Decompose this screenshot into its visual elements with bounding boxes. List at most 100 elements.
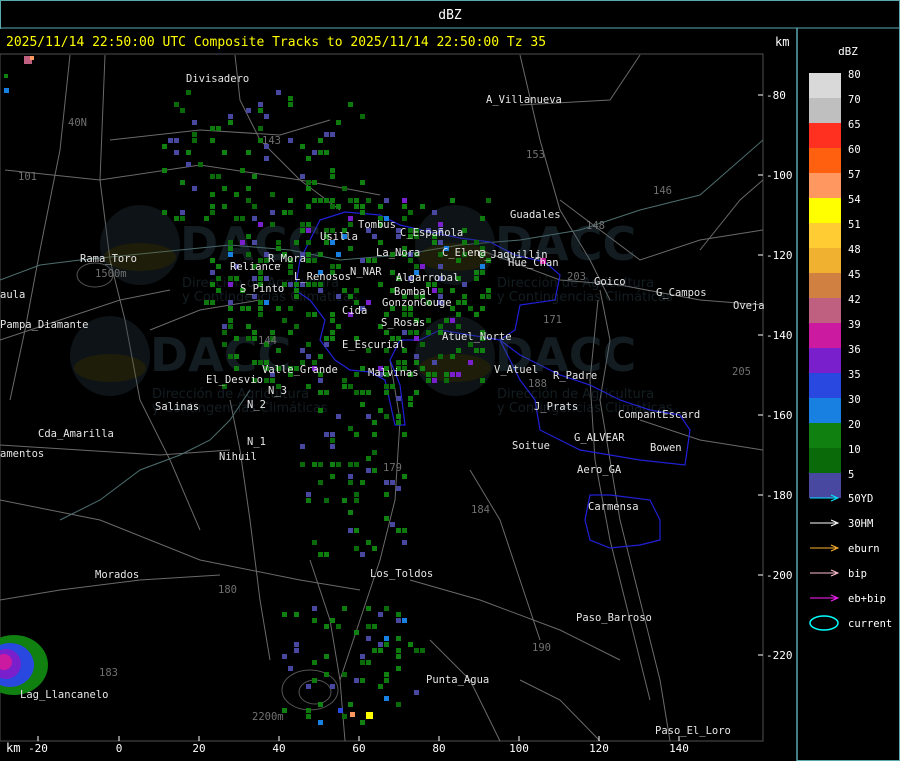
place-label: L_Renosos bbox=[294, 271, 351, 283]
place-label: Tombus bbox=[358, 219, 396, 231]
echo-cell bbox=[348, 426, 353, 431]
echo-cell bbox=[282, 210, 287, 215]
echo-cell bbox=[306, 312, 311, 317]
track-label: eburn bbox=[848, 543, 880, 555]
unit-label-bottom: km bbox=[6, 741, 20, 755]
echo-cell bbox=[462, 282, 467, 287]
legend-swatch bbox=[809, 473, 841, 498]
echo-cell bbox=[438, 240, 443, 245]
legend-label: 54 bbox=[848, 194, 861, 206]
place-label: aula bbox=[0, 289, 25, 301]
echo-cell bbox=[246, 108, 251, 113]
echo-cell bbox=[222, 150, 227, 155]
echo-cell bbox=[402, 216, 407, 221]
echo-cell bbox=[366, 468, 371, 473]
echo-cell bbox=[354, 288, 359, 293]
echo-cell bbox=[264, 114, 269, 119]
echo-cell bbox=[258, 126, 263, 131]
place-label: La_Nora bbox=[376, 247, 420, 259]
echo-cell bbox=[444, 372, 449, 377]
echo-cell bbox=[462, 294, 467, 299]
current-track-icon bbox=[809, 615, 839, 631]
echo-cell bbox=[414, 330, 419, 335]
echo-cell bbox=[396, 654, 401, 659]
echo-cell bbox=[396, 702, 401, 707]
echo-cell bbox=[162, 168, 167, 173]
echo-cell bbox=[210, 282, 215, 287]
legend-title: dBZ bbox=[838, 45, 858, 58]
place-label: R_Padre bbox=[553, 370, 597, 382]
echo-cell bbox=[318, 702, 323, 707]
route-label: 203 bbox=[567, 271, 586, 283]
route-label: 190 bbox=[532, 642, 551, 654]
echo-cell bbox=[330, 174, 335, 179]
echo-cell bbox=[342, 378, 347, 383]
legend-label: 45 bbox=[848, 269, 861, 281]
echo-cell bbox=[438, 354, 443, 359]
echo-cell bbox=[378, 642, 383, 647]
echo-cell bbox=[246, 252, 251, 257]
echo-cell bbox=[354, 204, 359, 209]
legend-swatch bbox=[809, 73, 841, 98]
place-label: Algarrobal bbox=[396, 272, 459, 284]
echo-cell bbox=[474, 270, 479, 275]
legend-label: 10 bbox=[848, 444, 861, 456]
echo-cell bbox=[288, 282, 293, 287]
echo-cell bbox=[216, 126, 221, 131]
echo-cell bbox=[384, 492, 389, 497]
echo-cell bbox=[414, 336, 419, 341]
echo-cell bbox=[318, 390, 323, 395]
route-label: 1500m bbox=[95, 268, 127, 280]
route-label: 143 bbox=[262, 135, 281, 147]
echo-cell bbox=[282, 654, 287, 659]
echo-cell bbox=[324, 624, 329, 629]
echo-cell bbox=[366, 712, 373, 719]
legend-label: 80 bbox=[848, 69, 861, 81]
echo-cell bbox=[330, 432, 335, 437]
echo-cell bbox=[288, 210, 293, 215]
echo-cell bbox=[444, 378, 449, 383]
legend-label: 39 bbox=[848, 319, 861, 331]
echo-cell bbox=[342, 714, 347, 719]
echo-cell bbox=[270, 210, 275, 215]
echo-cell bbox=[342, 288, 347, 293]
echo-cell bbox=[336, 120, 341, 125]
legend-swatch bbox=[809, 123, 841, 148]
echo-cell bbox=[294, 288, 299, 293]
echo-cell bbox=[246, 234, 251, 239]
echo-cell bbox=[354, 528, 359, 533]
echo-cell bbox=[360, 180, 365, 185]
watermark-line2: y Contingencias Climáticas bbox=[497, 290, 673, 305]
echo-cell bbox=[264, 378, 269, 383]
x-tick-label: 60 bbox=[352, 742, 365, 755]
place-label: Malvinas bbox=[368, 367, 419, 379]
x-tick-label: -20 bbox=[28, 742, 48, 755]
x-tick-label: 100 bbox=[509, 742, 529, 755]
echo-cell bbox=[390, 480, 395, 485]
legend-label: 20 bbox=[848, 419, 861, 431]
echo-cell bbox=[402, 432, 407, 437]
echo-cell bbox=[204, 300, 209, 305]
echo-cell bbox=[252, 330, 257, 335]
echo-cell bbox=[348, 102, 353, 107]
legend-swatch bbox=[809, 298, 841, 323]
echo-cell bbox=[396, 360, 401, 365]
echo-cell bbox=[306, 186, 311, 191]
echo-cell bbox=[324, 654, 329, 659]
echo-cell bbox=[240, 240, 245, 245]
echo-cell bbox=[450, 198, 455, 203]
echo-cell bbox=[294, 240, 299, 245]
echo-cell bbox=[348, 222, 353, 227]
echo-cell bbox=[414, 354, 419, 359]
legend-label: 42 bbox=[848, 294, 861, 306]
echo-cell bbox=[288, 96, 293, 101]
echo-cell bbox=[288, 306, 293, 311]
echo-cell bbox=[270, 378, 275, 383]
echo-cell bbox=[444, 318, 449, 323]
echo-cell bbox=[438, 324, 443, 329]
echo-cell bbox=[210, 138, 215, 143]
echo-cell bbox=[330, 198, 335, 203]
place-label: Cda_Amarilla bbox=[38, 428, 114, 440]
echo-cell bbox=[330, 684, 335, 689]
echo-cell bbox=[396, 420, 401, 425]
